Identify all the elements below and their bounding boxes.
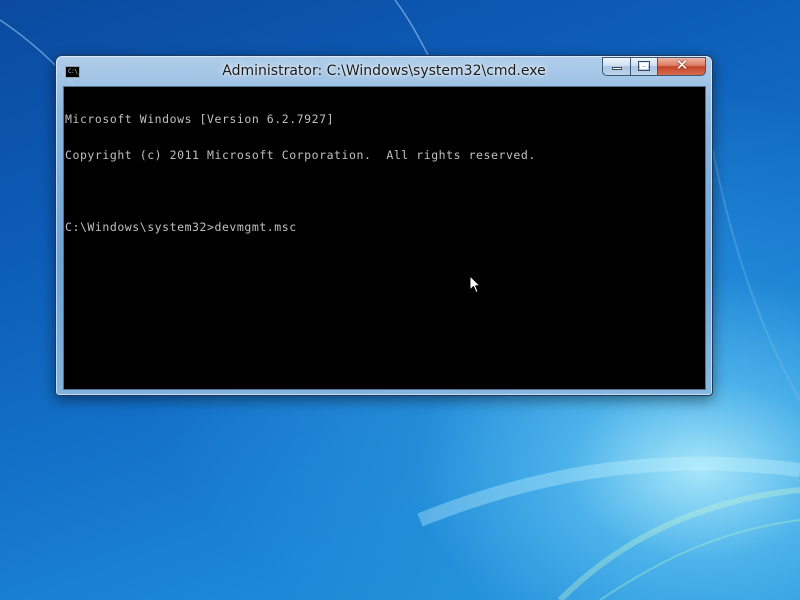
desktop-background: C:\_ Administrator: C:\Windows\system32\… xyxy=(0,0,800,600)
maximize-icon xyxy=(638,61,650,71)
console-frame: Microsoft Windows [Version 6.2.7927] Cop… xyxy=(63,86,706,390)
console-line: Microsoft Windows [Version 6.2.7927] xyxy=(65,112,335,126)
maximize-button[interactable] xyxy=(630,57,657,76)
title-bar[interactable]: C:\_ Administrator: C:\Windows\system32\… xyxy=(56,56,712,87)
arrow-cursor-icon xyxy=(469,275,481,293)
console-command-line[interactable]: C:\Windows\system32>devmgmt.msc xyxy=(65,221,705,233)
close-icon: ✕ xyxy=(675,56,689,74)
minimize-button[interactable] xyxy=(602,57,630,76)
console-line: Copyright (c) 2011 Microsoft Corporation… xyxy=(65,148,536,162)
console-output[interactable]: Microsoft Windows [Version 6.2.7927] Cop… xyxy=(64,87,705,389)
minimize-icon xyxy=(612,67,622,70)
cmd-window[interactable]: C:\_ Administrator: C:\Windows\system32\… xyxy=(55,55,713,396)
close-button[interactable]: ✕ xyxy=(657,57,706,76)
